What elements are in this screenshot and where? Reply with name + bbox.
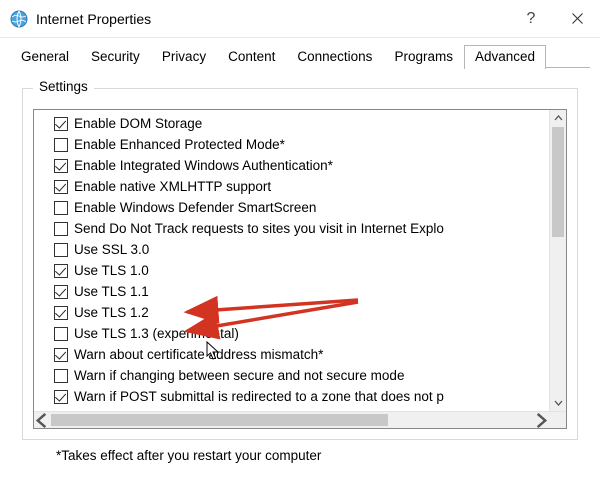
settings-footnote: *Takes effect after you restart your com… xyxy=(56,448,578,463)
chevron-up-icon xyxy=(554,114,563,123)
setting-row[interactable]: Send Do Not Track requests to sites you … xyxy=(40,218,566,239)
tab-content[interactable]: Content xyxy=(217,45,286,68)
horizontal-scrollbar[interactable] xyxy=(34,411,566,428)
settings-list-inner: Enable DOM Storage Enable Enhanced Protec… xyxy=(34,110,566,407)
checkbox[interactable] xyxy=(54,327,68,341)
setting-row[interactable]: Warn about certificate address mismatch* xyxy=(40,344,566,365)
chevron-down-icon xyxy=(554,398,563,407)
scroll-up-button[interactable] xyxy=(550,110,566,127)
setting-label: Enable Integrated Windows Authentication… xyxy=(74,158,333,173)
scroll-right-button[interactable] xyxy=(532,412,549,428)
setting-label: Enable Enhanced Protected Mode* xyxy=(74,137,285,152)
tab-programs[interactable]: Programs xyxy=(383,45,464,68)
setting-row[interactable]: Enable Windows Defender SmartScreen xyxy=(40,197,566,218)
setting-label: Enable DOM Storage xyxy=(74,116,202,131)
close-icon xyxy=(572,13,583,24)
tab-strip: GeneralSecurityPrivacyContentConnections… xyxy=(0,38,600,68)
setting-row[interactable]: Use TLS 1.0 xyxy=(40,260,566,281)
setting-row[interactable]: Enable native XMLHTTP support xyxy=(40,176,566,197)
setting-label: Enable native XMLHTTP support xyxy=(74,179,271,194)
checkbox[interactable] xyxy=(54,264,68,278)
setting-label: Send Do Not Track requests to sites you … xyxy=(74,221,444,236)
scroll-track-horizontal[interactable] xyxy=(51,412,532,428)
setting-row[interactable]: Enable DOM Storage xyxy=(40,113,566,134)
vertical-scrollbar[interactable] xyxy=(549,110,566,411)
setting-row[interactable]: Use SSL 3.0 xyxy=(40,239,566,260)
internet-options-icon xyxy=(10,10,28,28)
checkbox[interactable] xyxy=(54,180,68,194)
setting-label: Use TLS 1.0 xyxy=(74,263,149,278)
chevron-left-icon xyxy=(34,412,51,429)
setting-row[interactable]: Enable Integrated Windows Authentication… xyxy=(40,155,566,176)
scroll-thumb-horizontal[interactable] xyxy=(51,414,388,426)
tab-panel-advanced: Settings Enable DOM Storage Enable Enhanc… xyxy=(0,68,600,463)
setting-row[interactable]: Warn if POST submittal is redirected to … xyxy=(40,386,566,407)
checkbox[interactable] xyxy=(54,285,68,299)
settings-listbox[interactable]: Enable DOM Storage Enable Enhanced Protec… xyxy=(33,109,567,429)
checkbox[interactable] xyxy=(54,138,68,152)
tab-connections[interactable]: Connections xyxy=(286,45,383,68)
settings-list-viewport: Enable DOM Storage Enable Enhanced Protec… xyxy=(34,110,566,411)
setting-row[interactable]: Warn if changing between secure and not … xyxy=(40,365,566,386)
setting-label: Use TLS 1.3 (experimental) xyxy=(74,326,239,341)
chevron-right-icon xyxy=(532,412,549,429)
tab-privacy[interactable]: Privacy xyxy=(151,45,217,68)
scroll-track-vertical[interactable] xyxy=(550,127,566,394)
setting-label: Warn if changing between secure and not … xyxy=(74,368,404,383)
checkbox[interactable] xyxy=(54,369,68,383)
scroll-thumb-vertical[interactable] xyxy=(552,127,564,237)
checkbox[interactable] xyxy=(54,117,68,131)
checkbox[interactable] xyxy=(54,306,68,320)
settings-group-label: Settings xyxy=(33,79,94,94)
scrollbar-corner xyxy=(549,412,566,428)
checkbox[interactable] xyxy=(54,348,68,362)
checkbox[interactable] xyxy=(54,159,68,173)
tab-general[interactable]: General xyxy=(10,45,80,68)
setting-label: Warn about certificate address mismatch* xyxy=(74,347,323,362)
checkbox[interactable] xyxy=(54,222,68,236)
tab-security[interactable]: Security xyxy=(80,45,151,68)
setting-label: Warn if POST submittal is redirected to … xyxy=(74,389,444,404)
checkbox[interactable] xyxy=(54,201,68,215)
setting-row[interactable]: Use TLS 1.3 (experimental) xyxy=(40,323,566,344)
window-title: Internet Properties xyxy=(36,11,508,27)
setting-row[interactable]: Use TLS 1.1 xyxy=(40,281,566,302)
help-button[interactable]: ? xyxy=(508,1,554,37)
scroll-down-button[interactable] xyxy=(550,394,566,411)
tab-advanced[interactable]: Advanced xyxy=(464,45,546,69)
setting-label: Use SSL 3.0 xyxy=(74,242,149,257)
setting-label: Use TLS 1.1 xyxy=(74,284,149,299)
settings-group: Settings Enable DOM StorageEnable Enhanc… xyxy=(22,88,578,440)
setting-row[interactable]: Enable Enhanced Protected Mode* xyxy=(40,134,566,155)
titlebar: Internet Properties ? xyxy=(0,0,600,38)
checkbox[interactable] xyxy=(54,390,68,404)
checkbox[interactable] xyxy=(54,243,68,257)
setting-row[interactable]: Use TLS 1.2 xyxy=(40,302,566,323)
scroll-left-button[interactable] xyxy=(34,412,51,428)
setting-label: Enable Windows Defender SmartScreen xyxy=(74,200,316,215)
setting-label: Use TLS 1.2 xyxy=(74,305,149,320)
close-button[interactable] xyxy=(554,1,600,37)
